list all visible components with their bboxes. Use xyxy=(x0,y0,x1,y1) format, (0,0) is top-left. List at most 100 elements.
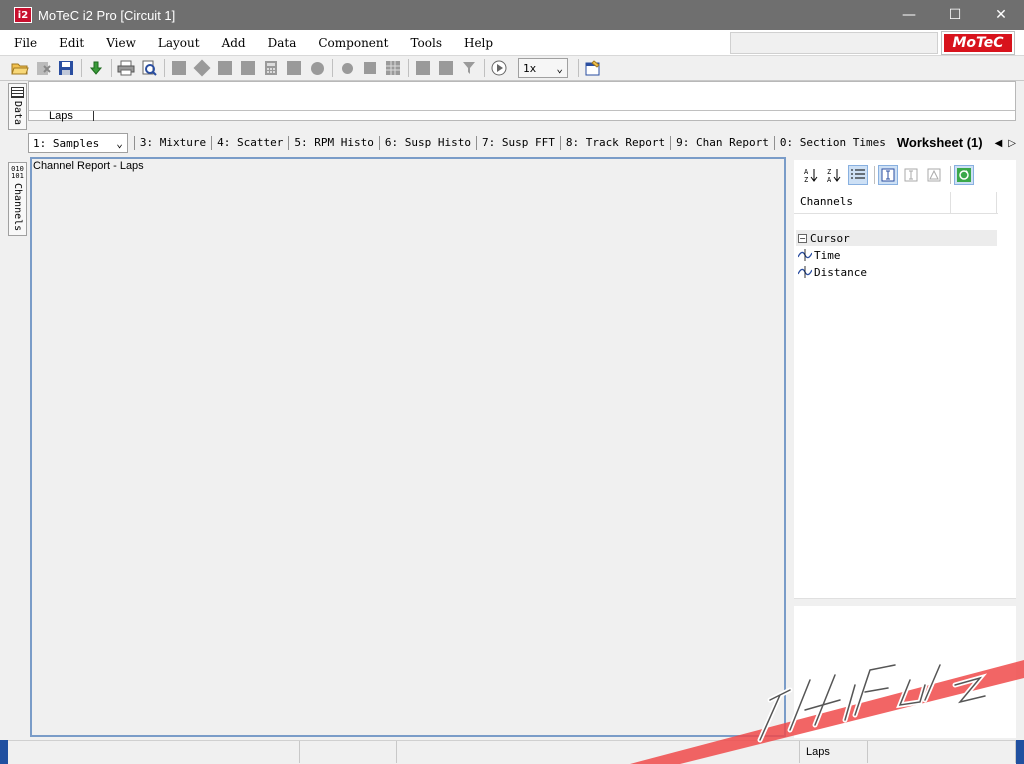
menu-search-box xyxy=(730,32,938,54)
channels-side-tab-label: Channels xyxy=(12,183,23,232)
tab-worksheet-1[interactable]: Worksheet (1) xyxy=(891,136,989,150)
taskbar-edge xyxy=(1016,740,1024,764)
minimize-button[interactable]: — xyxy=(886,0,932,30)
chevron-down-icon: ⌄ xyxy=(116,136,123,150)
overlay-icon[interactable] xyxy=(337,58,357,78)
column-divider[interactable] xyxy=(950,192,951,214)
menu-tools[interactable]: Tools xyxy=(396,36,442,50)
channel-item-time[interactable]: Time xyxy=(798,247,841,263)
channel-item-label: Distance xyxy=(814,265,867,279)
main-toolbar: 1x ⌄ xyxy=(0,56,1024,81)
status-cell xyxy=(397,741,800,763)
scroll-left-icon[interactable]: ◀ xyxy=(995,138,1003,149)
toolbar-separator xyxy=(164,59,165,77)
save-icon[interactable] xyxy=(56,58,76,78)
menu-bar: File Edit View Layout Add Data Component… xyxy=(0,30,1024,56)
cursor-value-icon[interactable] xyxy=(878,165,898,185)
channel-report-panel[interactable]: Channel Report - Laps xyxy=(30,157,786,737)
toolbar-separator xyxy=(484,59,485,77)
chevron-down-icon: ⌄ xyxy=(556,61,563,75)
laps-divider xyxy=(29,110,1015,111)
worksheet-tabs: 1: Samples ⌄ 3: Mixture 4: Scatter 5: RP… xyxy=(28,132,1016,154)
svg-text:A: A xyxy=(804,168,809,176)
sort-za-icon[interactable]: ZA xyxy=(825,165,845,185)
open-folder-icon[interactable] xyxy=(10,58,30,78)
laps-strip[interactable]: Laps xyxy=(28,81,1016,122)
playback-speed-select[interactable]: 1x ⌄ xyxy=(518,58,568,78)
close-button[interactable]: ✕ xyxy=(978,0,1024,30)
binary-icon: 010 101 xyxy=(11,165,24,180)
worksheet-select[interactable]: 1: Samples ⌄ xyxy=(28,133,128,153)
toolbar-separator xyxy=(408,59,409,77)
panel-title: Channel Report - Laps xyxy=(33,160,144,172)
download-icon[interactable] xyxy=(86,58,106,78)
refresh-icon[interactable] xyxy=(954,165,974,185)
scroll-right-icon[interactable]: ▷ xyxy=(1008,138,1016,149)
menu-help[interactable]: Help xyxy=(450,36,493,50)
collapse-icon[interactable]: − xyxy=(798,233,807,243)
channel-icon[interactable] xyxy=(284,58,304,78)
zoom-out-icon[interactable] xyxy=(436,58,456,78)
playback-speed-value: 1x xyxy=(523,61,537,75)
status-cell xyxy=(300,741,397,763)
channels-side-tab[interactable]: 010 101 Channels xyxy=(8,162,27,236)
window-title: MoTeC i2 Pro [Circuit 1] xyxy=(38,7,176,23)
tab-susp-fft[interactable]: 7: Susp FFT xyxy=(475,136,560,150)
play-icon[interactable] xyxy=(489,58,509,78)
calculator-icon[interactable] xyxy=(261,58,281,78)
panel-toolbar-separator xyxy=(874,166,875,184)
menu-data[interactable]: Data xyxy=(254,36,297,50)
map-icon[interactable] xyxy=(192,58,212,78)
window-controls: — ☐ ✕ xyxy=(886,0,1024,30)
table-icon[interactable] xyxy=(238,58,258,78)
laps-label: Laps xyxy=(49,110,73,122)
channels-column-header: Channels xyxy=(794,192,998,214)
menu-view[interactable]: View xyxy=(92,36,136,50)
column-divider[interactable] xyxy=(996,192,997,214)
list-view-icon[interactable] xyxy=(848,165,868,185)
layers-icon[interactable] xyxy=(360,58,380,78)
maximize-button[interactable]: ☐ xyxy=(932,0,978,30)
toolbar-separator xyxy=(81,59,82,77)
range-value-icon[interactable] xyxy=(901,165,921,185)
grid-icon[interactable] xyxy=(383,58,403,78)
tab-chan-report[interactable]: 9: Chan Report xyxy=(670,136,774,150)
gauge-icon[interactable] xyxy=(307,58,327,78)
zoom-in-icon[interactable] xyxy=(413,58,433,78)
properties-icon[interactable] xyxy=(583,58,603,78)
menu-file[interactable]: File xyxy=(0,36,37,50)
menu-layout[interactable]: Layout xyxy=(144,36,200,50)
tab-scatter[interactable]: 4: Scatter xyxy=(211,136,288,150)
tab-mixture[interactable]: 3: Mixture xyxy=(133,136,211,150)
app-icon: i2 xyxy=(14,7,32,23)
tab-rpm-histo[interactable]: 5: RPM Histo xyxy=(288,136,378,150)
menu-edit[interactable]: Edit xyxy=(45,36,84,50)
report-icon[interactable] xyxy=(215,58,235,78)
channel-trace-icon xyxy=(798,266,812,278)
toolbar-separator xyxy=(578,59,579,77)
svg-text:A: A xyxy=(827,176,832,183)
filter-icon[interactable] xyxy=(459,58,479,78)
title-bar: i2 MoTeC i2 Pro [Circuit 1] — ☐ ✕ xyxy=(0,0,1024,30)
tab-scroll-arrows: ◀ ▷ xyxy=(995,138,1016,149)
tab-susp-histo[interactable]: 6: Susp Histo xyxy=(378,136,476,150)
panel-toolbar-separator xyxy=(950,166,951,184)
menu-component[interactable]: Component xyxy=(304,36,388,50)
panel-splitter[interactable] xyxy=(794,598,1016,606)
channels-panel-toolbar: AZ ZA xyxy=(802,164,977,186)
channel-item-distance[interactable]: Distance xyxy=(798,264,867,280)
menu-add[interactable]: Add xyxy=(208,36,246,50)
sort-az-icon[interactable]: AZ xyxy=(802,165,822,185)
close-file-icon[interactable] xyxy=(33,58,53,78)
print-preview-icon[interactable] xyxy=(139,58,159,78)
print-icon[interactable] xyxy=(116,58,136,78)
status-bar: Laps xyxy=(0,740,1024,764)
graph-icon[interactable] xyxy=(169,58,189,78)
tab-section-times[interactable]: 0: Section Times xyxy=(773,136,891,150)
data-side-tab[interactable]: Data xyxy=(8,83,27,130)
cursor-group[interactable]: − Cursor xyxy=(796,230,997,246)
channel-item-label: Time xyxy=(814,248,841,262)
status-cell xyxy=(868,741,1016,763)
delta-value-icon[interactable] xyxy=(924,165,944,185)
tab-track-report[interactable]: 8: Track Report xyxy=(559,136,670,150)
